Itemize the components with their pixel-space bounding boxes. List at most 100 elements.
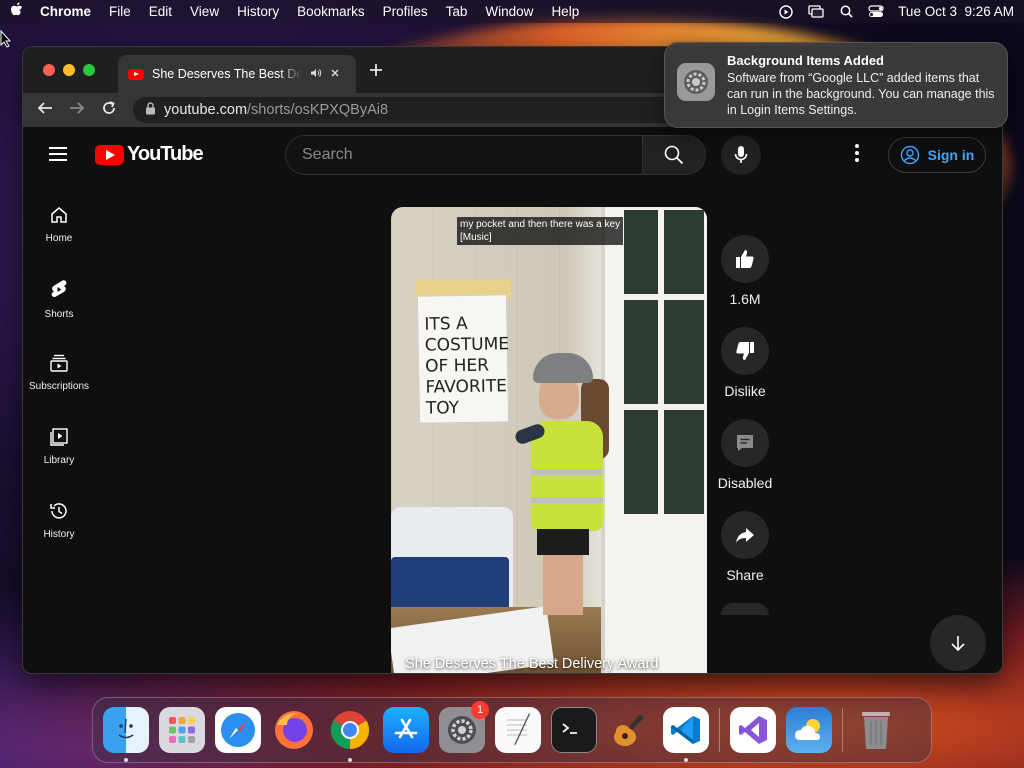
menubar-clock[interactable]: Tue Oct 3 9:26 AM xyxy=(898,4,1014,19)
menu-view[interactable]: View xyxy=(190,4,219,19)
youtube-logo[interactable]: YouTube xyxy=(95,143,204,166)
tab-close-icon[interactable] xyxy=(330,67,340,81)
sidebar-item-label: Subscriptions xyxy=(28,381,90,392)
tab-audio-icon[interactable] xyxy=(310,67,322,81)
search-button[interactable] xyxy=(642,135,706,175)
app-menu-chrome[interactable]: Chrome xyxy=(40,4,91,19)
youtube-wordmark: YouTube xyxy=(127,143,204,165)
caption-line: my pocket and then there was a key xyxy=(460,219,621,230)
sidebar-item-label: Shorts xyxy=(44,309,74,320)
account-icon xyxy=(900,145,919,165)
hamburger-menu-icon[interactable] xyxy=(49,147,67,161)
dock-weather-icon[interactable] xyxy=(786,707,832,753)
search-icon[interactable] xyxy=(838,5,854,19)
minimize-window-button[interactable] xyxy=(63,64,75,76)
dock-finder-icon[interactable] xyxy=(103,707,149,762)
dock-chrome-icon[interactable] xyxy=(327,707,373,762)
menu-profiles[interactable]: Profiles xyxy=(383,4,428,19)
menu-edit[interactable]: Edit xyxy=(149,4,172,19)
more-actions-button[interactable] xyxy=(721,603,769,615)
home-icon xyxy=(51,207,67,223)
search-input[interactable]: Search xyxy=(285,135,643,175)
tab-title: She Deserves The Best Delivery Award xyxy=(152,67,302,81)
sign-in-button[interactable]: Sign in xyxy=(888,137,986,173)
dock-app-store-icon[interactable] xyxy=(383,707,429,753)
dock-firefox-icon[interactable] xyxy=(271,707,317,753)
menu-bookmarks[interactable]: Bookmarks xyxy=(297,4,365,19)
comments-label: Disabled xyxy=(717,475,773,491)
dock-system-settings-icon[interactable]: 1 xyxy=(439,701,489,753)
next-short-button[interactable] xyxy=(930,615,986,671)
video-door xyxy=(601,207,707,673)
site-info-icon[interactable] xyxy=(145,101,156,119)
comments-button[interactable]: Disabled xyxy=(713,419,777,491)
shorts-video-player[interactable]: ITS A COSTUME OF HER FAVORITE TOY my poc… xyxy=(391,207,707,673)
dock-textedit-icon[interactable] xyxy=(495,707,541,753)
zoom-window-button[interactable] xyxy=(83,64,95,76)
sidebar-item-home[interactable]: Home xyxy=(23,191,95,265)
dock-safari-icon[interactable] xyxy=(215,707,261,753)
url-host: youtube.com xyxy=(164,102,248,118)
comment-icon xyxy=(737,435,753,451)
sidebar-item-shorts[interactable]: Shorts xyxy=(23,265,95,339)
control-center-icon[interactable] xyxy=(868,5,884,19)
dock-vscode-icon[interactable] xyxy=(663,707,709,762)
menu-help[interactable]: Help xyxy=(551,4,579,19)
background-items-notification[interactable]: Background Items Added Software from “Go… xyxy=(664,42,1008,128)
reload-button[interactable] xyxy=(95,100,123,120)
system-settings-gear-icon xyxy=(677,63,715,101)
forward-button[interactable] xyxy=(63,101,91,120)
sidebar-item-history[interactable]: History xyxy=(23,487,95,561)
settings-more-icon[interactable] xyxy=(855,144,861,165)
share-label: Share xyxy=(726,567,764,583)
menu-history[interactable]: History xyxy=(237,4,279,19)
share-button[interactable]: Share xyxy=(713,511,777,583)
video-costume-sign: ITS A COSTUME OF HER FAVORITE TOY xyxy=(416,294,509,424)
like-count: 1.6M xyxy=(729,291,761,307)
dock-trash-icon[interactable] xyxy=(853,707,899,753)
youtube-page: YouTube Search Sign in Home Shorts Subsc… xyxy=(23,127,1002,673)
subscriptions-icon xyxy=(50,354,68,372)
sidebar-item-label: Library xyxy=(43,455,75,466)
sidebar-item-library[interactable]: Library xyxy=(23,413,95,487)
menu-window[interactable]: Window xyxy=(485,4,533,19)
apple-menu-icon[interactable] xyxy=(10,2,24,21)
dock: 1 xyxy=(92,697,932,763)
share-icon xyxy=(736,528,754,543)
arrow-down-icon xyxy=(951,636,965,652)
screen-mirror-icon[interactable] xyxy=(808,5,824,19)
dock-garageband-icon[interactable] xyxy=(607,707,653,753)
dislike-button[interactable]: Dislike xyxy=(713,327,777,399)
play-circle-icon[interactable] xyxy=(778,4,794,19)
like-button[interactable]: 1.6M xyxy=(713,235,777,307)
settings-notification-badge: 1 xyxy=(471,701,489,719)
shorts-icon xyxy=(51,280,67,297)
dock-terminal-icon[interactable] xyxy=(551,707,597,753)
address-bar[interactable]: youtube.com/shorts/osKPXQByAi8 xyxy=(133,97,693,123)
youtube-favicon-icon xyxy=(128,68,144,80)
menu-bar: Chrome File Edit View History Bookmarks … xyxy=(0,0,1024,23)
library-icon xyxy=(50,428,68,446)
menu-tab[interactable]: Tab xyxy=(446,4,468,19)
sidebar-item-label: Home xyxy=(45,233,73,244)
mouse-cursor-icon xyxy=(0,30,12,48)
url-path: /shorts/osKPXQByAi8 xyxy=(247,102,389,118)
tab-youtube-short[interactable]: She Deserves The Best Delivery Award xyxy=(118,55,356,93)
back-button[interactable] xyxy=(31,101,59,120)
chrome-window: She Deserves The Best Delivery Award you xyxy=(22,46,1003,674)
search-icon xyxy=(664,145,684,165)
caption-line: [Music] xyxy=(460,232,492,243)
notification-body: Software from “Google LLC” added items t… xyxy=(727,71,995,117)
search-placeholder: Search xyxy=(302,146,353,163)
close-window-button[interactable] xyxy=(43,64,55,76)
voice-search-button[interactable] xyxy=(721,135,761,175)
short-title[interactable]: She Deserves The Best Delivery Award xyxy=(405,656,658,672)
youtube-mini-guide: Home Shorts Subscriptions Library Histor… xyxy=(23,191,95,561)
menu-file[interactable]: File xyxy=(109,4,131,19)
dock-separator xyxy=(719,708,720,752)
sidebar-item-subscriptions[interactable]: Subscriptions xyxy=(23,339,95,413)
notification-title: Background Items Added xyxy=(727,53,884,68)
dock-visual-studio-icon[interactable] xyxy=(730,707,776,753)
new-tab-button[interactable] xyxy=(369,60,383,83)
dock-launchpad-icon[interactable] xyxy=(159,707,205,753)
